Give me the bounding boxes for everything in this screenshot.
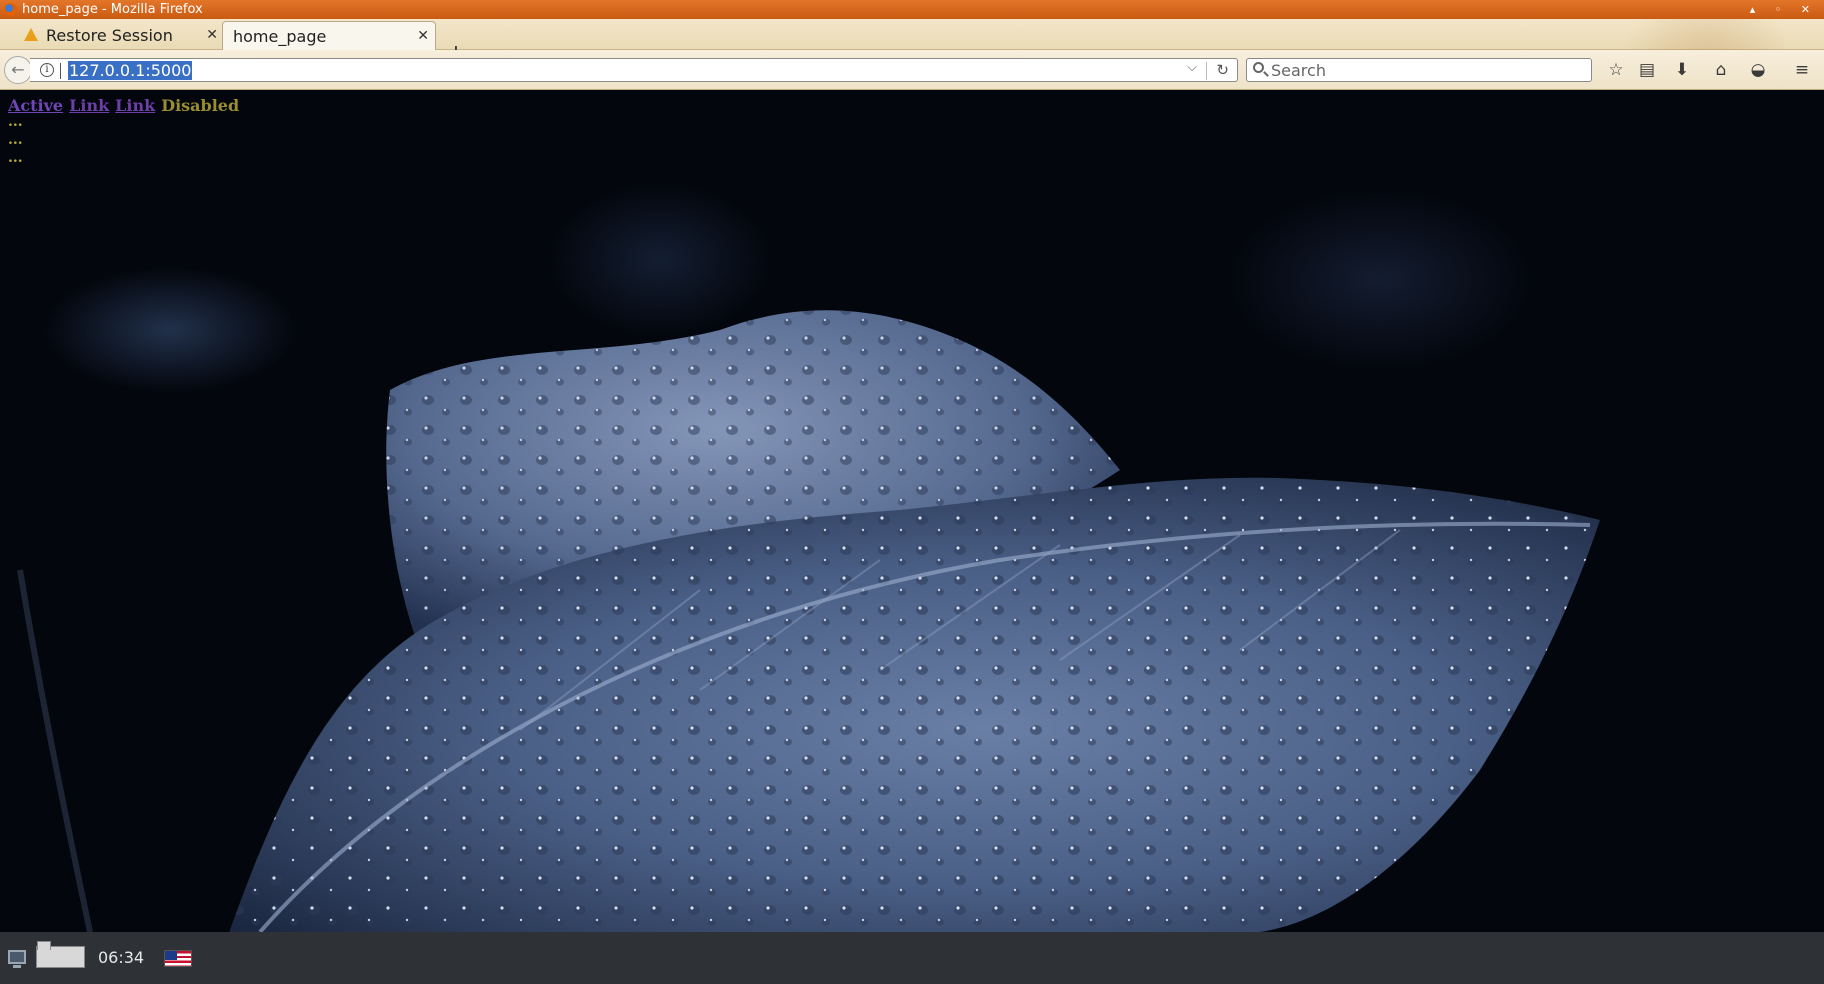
ellipsis-item: ... [8, 132, 23, 148]
tab-restore-session[interactable]: Restore Session ✕ [18, 21, 224, 50]
tab-label: home_page [233, 27, 327, 46]
url-bar[interactable]: i 127.0.0.1:5000 ⌵ ↻ [30, 58, 1238, 82]
tab-strip: Restore Session ✕ home_page ✕ + [0, 19, 1824, 66]
menu-icon[interactable]: ≡ [1790, 59, 1814, 81]
url-divider [1206, 62, 1207, 80]
firefox-icon [4, 3, 17, 16]
show-desktop-icon[interactable] [8, 950, 26, 968]
clock[interactable]: 06:34 [98, 932, 144, 984]
tab-label: Restore Session [46, 26, 173, 45]
bookmark-star-icon[interactable]: ☆ [1604, 59, 1628, 81]
nav-links: Active Link Link Disabled [8, 96, 239, 115]
tab-home-page[interactable]: home_page ✕ [222, 21, 436, 50]
navigation-toolbar: ← i 127.0.0.1:5000 ⌵ ↻ ☆ ▤ ⬇ ⌂ ◒ ≡ [0, 50, 1824, 90]
url-separator [60, 63, 61, 79]
close-tab-icon[interactable]: ✕ [206, 21, 218, 50]
nav-link-disabled: Disabled [161, 96, 240, 115]
ellipsis-item: ... [8, 150, 23, 166]
close-tab-icon[interactable]: ✕ [417, 22, 429, 51]
workspace-pager[interactable] [36, 941, 85, 968]
nav-link-1[interactable]: Link [69, 96, 109, 115]
taskbar: 06:34 [0, 932, 1824, 984]
reload-icon[interactable]: ↻ [1216, 61, 1229, 79]
home-icon[interactable]: ⌂ [1709, 59, 1733, 81]
reading-list-icon[interactable]: ▤ [1635, 59, 1659, 81]
site-info-icon[interactable]: i [40, 63, 54, 77]
page-content: Active Link Link Disabled ... ... ... [0, 90, 1824, 932]
url-text[interactable]: 127.0.0.1:5000 [68, 61, 193, 80]
nav-link-active[interactable]: Active [8, 96, 63, 115]
downloads-icon[interactable]: ⬇ [1670, 59, 1694, 81]
us-flag-icon[interactable] [164, 950, 192, 967]
pocket-icon[interactable]: ◒ [1746, 59, 1770, 81]
window-titlebar: home_page - Mozilla Firefox ▴ ◦ ✕ [0, 0, 1824, 19]
nav-link-2[interactable]: Link [115, 96, 155, 115]
search-input[interactable] [1271, 61, 1581, 80]
search-icon [1253, 62, 1264, 73]
window-controls[interactable]: ▴ ◦ ✕ [1750, 0, 1818, 19]
warning-icon [24, 28, 38, 41]
ellipsis-item: ... [8, 114, 23, 130]
window-title: home_page - Mozilla Firefox [22, 2, 203, 17]
back-button[interactable]: ← [4, 56, 32, 84]
url-dropdown-icon[interactable]: ⌵ [1187, 60, 1197, 75]
search-bar[interactable] [1246, 58, 1592, 82]
leaf-background-image [17, 310, 1600, 932]
